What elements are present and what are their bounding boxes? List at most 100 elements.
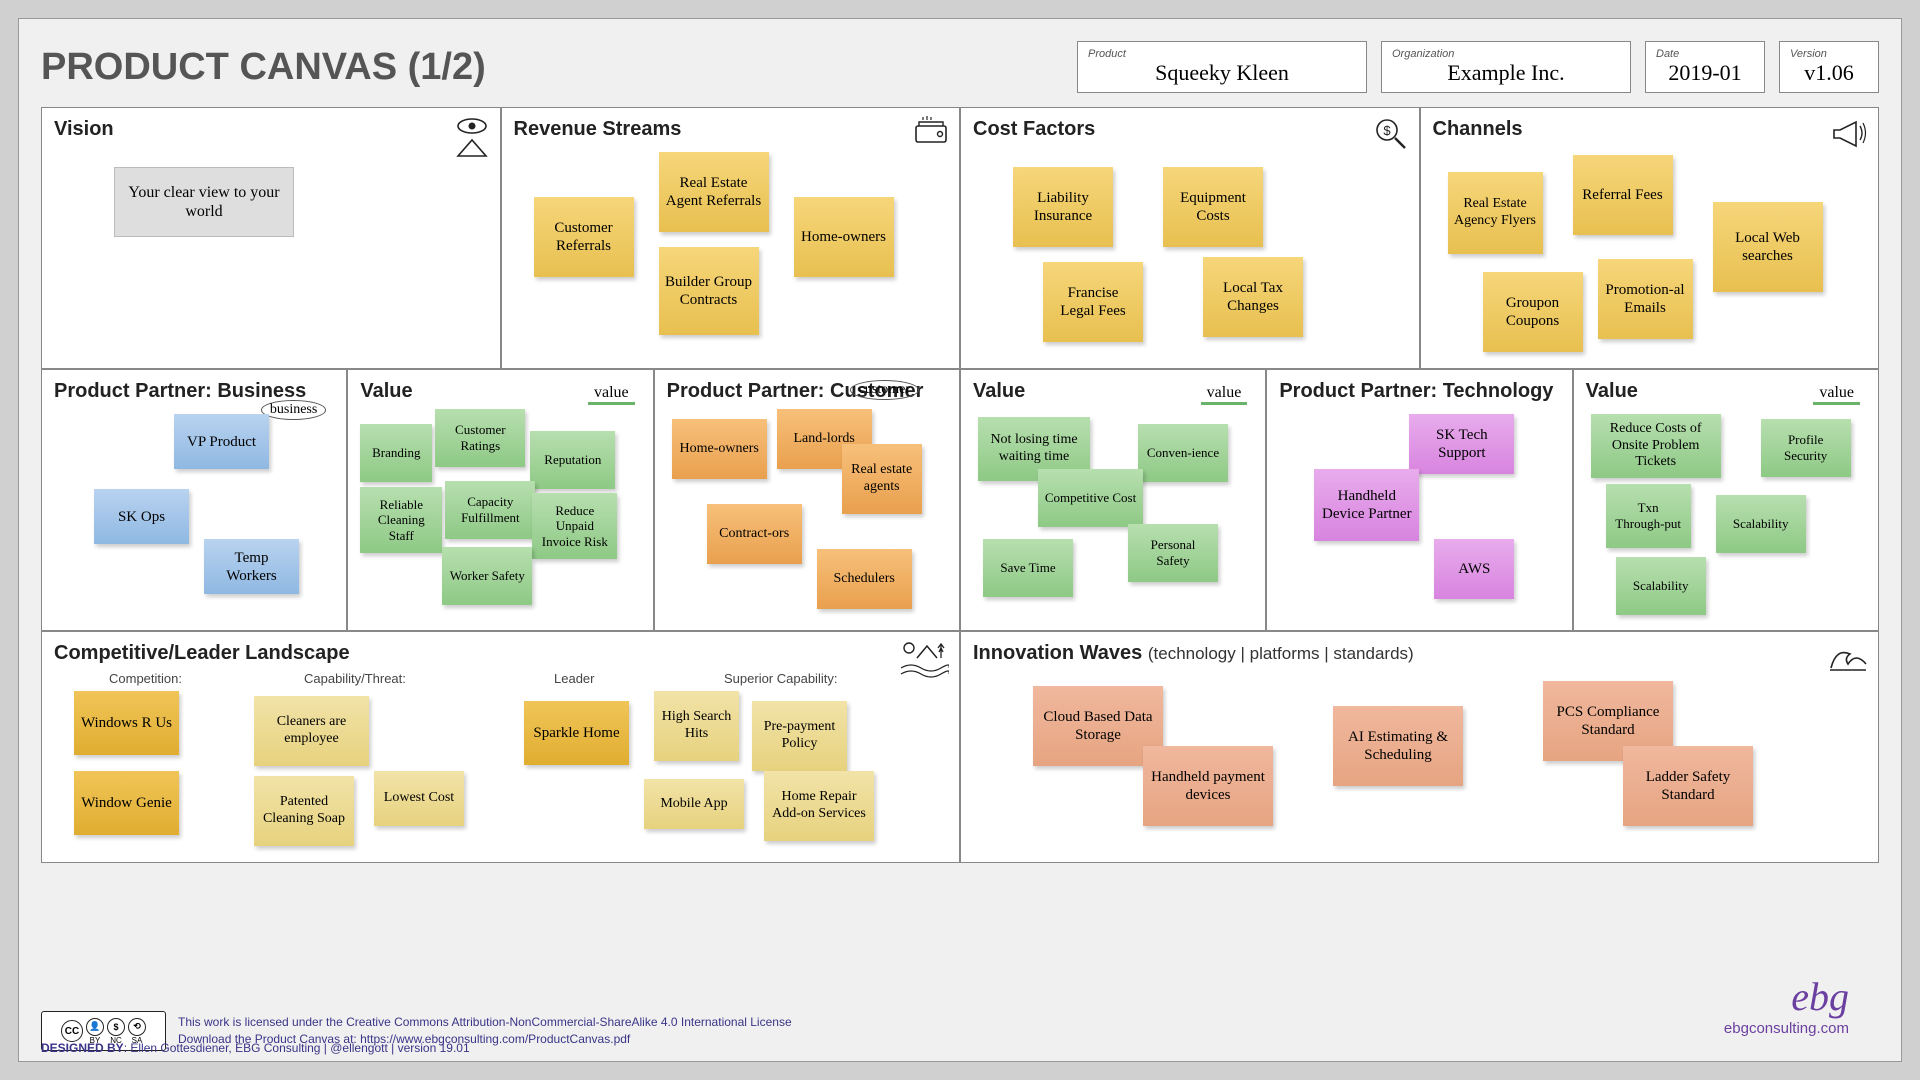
sticky-note: Home-owners: [672, 419, 767, 479]
sub-competition: Competition:: [109, 671, 182, 686]
sticky-note: Reputation: [530, 431, 615, 489]
sticky-note: Sparkle Home: [524, 701, 629, 765]
sticky-note: Real Estate Agent Referrals: [659, 152, 769, 232]
footer-text: This work is licensed under the Creative…: [178, 1014, 792, 1048]
sub-superior: Superior Capability:: [724, 671, 837, 686]
meta-product: Product Squeeky Kleen: [1077, 41, 1367, 93]
cell-value-business: Value value Branding Customer Ratings Re…: [348, 370, 652, 630]
sticky-note: High Search Hits: [654, 691, 739, 761]
meta-date: Date 2019-01: [1645, 41, 1765, 93]
ebg-site: ebgconsulting.com: [1724, 1020, 1849, 1037]
sticky-note: Window Genie: [74, 771, 179, 835]
sticky-note: Mobile App: [644, 779, 744, 829]
sub-capthreat: Capability/Threat:: [304, 671, 406, 686]
sticky-note: Patented Cleaning Soap: [254, 776, 354, 846]
sticky-note: Lowest Cost: [374, 771, 464, 826]
revenue-heading: Revenue Streams: [514, 118, 948, 141]
cell-pp-business: Product Partner: Business business VP Pr…: [42, 370, 346, 630]
meta-version-value: v1.06: [1790, 60, 1868, 86]
comp-heading: Competitive/Leader Landscape: [54, 642, 947, 665]
nc-icon: $: [107, 1018, 125, 1036]
sticky-note: Personal Safety: [1128, 524, 1218, 582]
meta-organization: Organization Example Inc.: [1381, 41, 1631, 93]
footer: CC 👤 BY $ NC ⟲ SA This work is licensed …: [41, 1011, 1879, 1051]
cell-competitive: Competitive/Leader Landscape Competition…: [42, 632, 959, 862]
header-bar: PRODUCT CANVAS (1/2) Product Squeeky Kle…: [41, 41, 1879, 93]
sticky-note: Cleaners are employee: [254, 696, 369, 766]
sa-icon: ⟲: [128, 1018, 146, 1036]
sticky-note: Builder Group Contracts: [659, 247, 759, 335]
sticky-note: Temp Workers: [204, 539, 299, 594]
canvas-grid: Vision Your clear view to your world Rev…: [41, 107, 1879, 863]
customer-tag: customer: [850, 380, 919, 400]
sticky-note: Scalability: [1616, 557, 1706, 615]
value-tag: value: [1201, 384, 1248, 405]
sticky-note: Home Repair Add-on Services: [764, 771, 874, 841]
sticky-note: Home-owners: [794, 197, 894, 277]
designed-label: DESIGNED BY: [41, 1041, 124, 1055]
sticky-note: Equipment Costs: [1163, 167, 1263, 247]
sticky-note: Reduce Costs of Onsite Problem Tickets: [1591, 414, 1721, 478]
meta-product-label: Product: [1088, 48, 1356, 60]
sticky-note: Pre-payment Policy: [752, 701, 847, 771]
meta-org-label: Organization: [1392, 48, 1620, 60]
meta-version-label: Version: [1790, 48, 1868, 60]
sticky-note: Liability Insurance: [1013, 167, 1113, 247]
cost-heading: Cost Factors: [973, 118, 1407, 141]
license-text: This work is licensed under the Creative…: [178, 1014, 792, 1031]
cell-vision: Vision Your clear view to your world: [42, 108, 500, 368]
sticky-note: VP Product: [174, 414, 269, 469]
sticky-note: Local Tax Changes: [1203, 257, 1303, 337]
sticky-note: Handheld payment devices: [1143, 746, 1273, 826]
cell-pp-technology: Product Partner: Technology SK Tech Supp…: [1267, 370, 1571, 630]
meta-org-value: Example Inc.: [1392, 60, 1620, 86]
cell-cost: Cost Factors $ Liability Insurance Equip…: [961, 108, 1419, 368]
product-canvas: PRODUCT CANVAS (1/2) Product Squeeky Kle…: [18, 18, 1902, 1062]
sticky-note: AI Estimating & Scheduling: [1333, 706, 1463, 786]
sticky-note: Txn Through-put: [1606, 484, 1691, 548]
sticky-note: Conven-ience: [1138, 424, 1228, 482]
vision-tagline: Your clear view to your world: [114, 167, 294, 237]
sticky-note: Scalability: [1716, 495, 1806, 553]
meta-date-label: Date: [1656, 48, 1754, 60]
innov-heading: Innovation Waves (technology | platforms…: [973, 642, 1866, 665]
sticky-note: SK Tech Support: [1409, 414, 1514, 474]
innov-subheading: (technology | platforms | standards): [1148, 644, 1414, 663]
sticky-note: AWS: [1434, 539, 1514, 599]
sticky-note: Schedulers: [817, 549, 912, 609]
sticky-note: Competitive Cost: [1038, 469, 1143, 527]
meta-date-value: 2019-01: [1656, 60, 1754, 86]
sticky-note: Windows R Us: [74, 691, 179, 755]
value-tag: value: [588, 384, 635, 405]
sticky-note: Customer Referrals: [534, 197, 634, 277]
sticky-note: Ladder Safety Standard: [1623, 746, 1753, 826]
sticky-note: Local Web searches: [1713, 202, 1823, 292]
sticky-note: SK Ops: [94, 489, 189, 544]
sticky-note: Branding: [360, 424, 432, 482]
sticky-note: Francise Legal Fees: [1043, 262, 1143, 342]
sticky-note: Contract-ors: [707, 504, 802, 564]
cell-innovation: Innovation Waves (technology | platforms…: [961, 632, 1878, 862]
cell-channels: Channels Real Estate Agency Flyers Refer…: [1421, 108, 1879, 368]
designed-by: DESIGNED BY: Ellen Gottesdiener, EBG Con…: [41, 1040, 470, 1057]
meta-version: Version v1.06: [1779, 41, 1879, 93]
sticky-note: Profile Security: [1761, 419, 1851, 477]
pp-tech-heading: Product Partner: Technology: [1279, 380, 1559, 403]
ebg-branding: ebg ebgconsulting.com: [1724, 973, 1849, 1037]
sticky-note: Customer Ratings: [435, 409, 525, 467]
vision-heading: Vision: [54, 118, 488, 141]
ebg-logo: ebg: [1724, 973, 1849, 1020]
sticky-note: Groupon Coupons: [1483, 272, 1583, 352]
value-tag: value: [1813, 384, 1860, 405]
sticky-note: Referral Fees: [1573, 155, 1673, 235]
meta-product-value: Squeeky Kleen: [1088, 60, 1356, 86]
svg-text:$: $: [1383, 123, 1391, 138]
cell-pp-customer: Product Partner: Customer customer Home-…: [655, 370, 959, 630]
sticky-note: Worker Safety: [442, 547, 532, 605]
sticky-note: Handheld Device Partner: [1314, 469, 1419, 541]
cell-revenue: Revenue Streams Customer Referrals Real …: [502, 108, 960, 368]
sticky-note: Promotion-al Emails: [1598, 259, 1693, 339]
page-title: PRODUCT CANVAS (1/2): [41, 46, 1063, 89]
sub-leader: Leader: [554, 671, 594, 686]
sticky-note: Save Time: [983, 539, 1073, 597]
